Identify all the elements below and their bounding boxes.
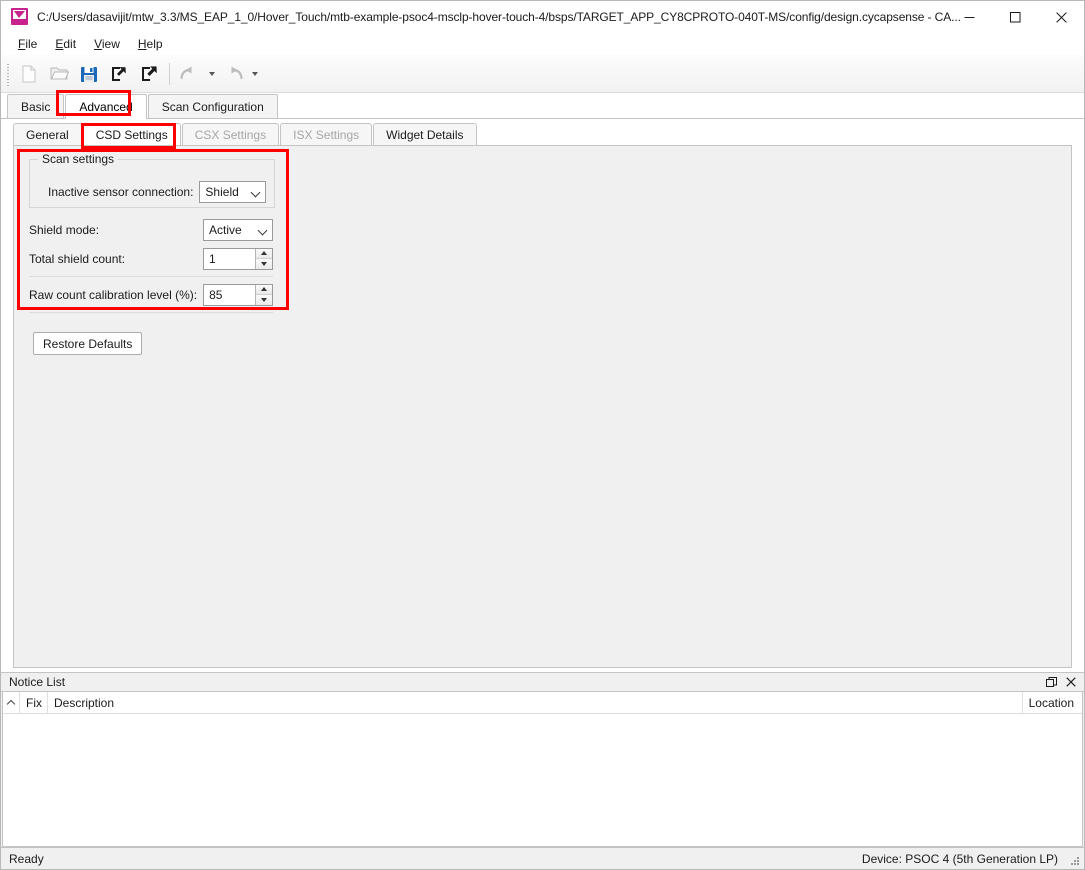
spin-up-icon[interactable]	[256, 284, 272, 295]
scan-settings-groupbox: Scan settings Inactive sensor connection…	[29, 152, 275, 208]
maximize-button[interactable]	[992, 1, 1038, 33]
tab-advanced[interactable]: Advanced	[65, 94, 147, 119]
undo-button[interactable]	[175, 59, 205, 89]
chevron-down-icon	[246, 182, 265, 202]
toolbar-grip[interactable]	[5, 61, 11, 86]
window-controls	[946, 1, 1084, 33]
save-button[interactable]	[74, 59, 104, 89]
total-shield-count-spin-buttons	[255, 248, 272, 269]
undo-dropdown-arrow[interactable]	[205, 59, 218, 89]
new-file-button[interactable]	[14, 59, 44, 89]
csd-settings-panel: Scan settings Inactive sensor connection…	[13, 145, 1072, 668]
tab-general[interactable]: General	[13, 123, 82, 145]
notice-list-rows	[3, 714, 1082, 846]
export-button[interactable]	[134, 59, 164, 89]
new-file-icon	[22, 65, 36, 82]
notice-list-close-button[interactable]	[1061, 674, 1080, 691]
total-shield-count-label: Total shield count:	[29, 251, 126, 266]
shield-mode-select[interactable]: Active	[203, 218, 273, 241]
shield-mode-label: Shield mode:	[29, 222, 100, 237]
menu-bar: File Edit View Help	[1, 33, 1084, 55]
undo-icon	[180, 66, 192, 79]
settings-divider-bottom	[29, 312, 273, 313]
toolbar	[1, 55, 1084, 93]
chevron-down-icon	[253, 220, 272, 240]
capsense-configurator-icon	[11, 8, 28, 25]
spin-down-icon[interactable]	[256, 258, 272, 269]
notice-list-column-location[interactable]: Location	[1021, 692, 1082, 714]
import-icon	[112, 66, 126, 81]
shield-mode-value: Active	[209, 222, 242, 237]
application-window: C:/Users/dasavijit/mtw_3.3/MS_EAP_1_0/Ho…	[0, 0, 1085, 870]
secondary-tab-bar: General CSD Settings CSX Settings ISX Se…	[13, 122, 1084, 145]
tab-basic[interactable]: Basic	[7, 94, 65, 118]
open-folder-icon	[50, 67, 69, 80]
raw-count-calibration-level-stepper[interactable]: 85	[203, 283, 273, 306]
export-icon	[142, 65, 157, 81]
notice-list-body: Fix Description Location	[2, 692, 1083, 847]
inactive-sensor-connection-label: Inactive sensor connection:	[48, 184, 194, 199]
float-window-button[interactable]	[1042, 674, 1061, 691]
raw-count-calibration-level-value[interactable]: 85	[204, 285, 255, 305]
float-window-icon	[1046, 676, 1057, 687]
redo-icon	[231, 66, 243, 79]
notice-list-column-description[interactable]: Description	[48, 692, 1022, 714]
minimize-button[interactable]	[946, 1, 992, 33]
primary-tab-bar: Basic Advanced Scan Configuration	[1, 93, 1084, 119]
toolbar-separator	[169, 62, 170, 85]
close-button[interactable]	[1038, 1, 1084, 33]
tab-isx-settings: ISX Settings	[280, 123, 373, 145]
menu-file[interactable]: File	[9, 34, 46, 54]
tab-csx-settings: CSX Settings	[181, 123, 280, 145]
save-icon	[81, 66, 97, 82]
window-title: C:/Users/dasavijit/mtw_3.3/MS_EAP_1_0/Ho…	[37, 9, 961, 24]
device-label: Device: PSOC 4 (5th Generation LP)	[861, 851, 1058, 866]
raw-count-calibration-level-label: Raw count calibration level (%):	[29, 287, 198, 302]
spin-up-icon[interactable]	[256, 248, 272, 259]
title-bar: C:/Users/dasavijit/mtw_3.3/MS_EAP_1_0/Ho…	[1, 1, 1084, 33]
tab-csd-settings[interactable]: CSD Settings	[82, 123, 181, 145]
notice-list-header: Notice List	[1, 672, 1084, 692]
raw-count-calibration-level-row: Raw count calibration level (%): 85	[19, 280, 281, 309]
resize-grip[interactable]	[1066, 852, 1080, 866]
secondary-tab-bar-wrapper: General CSD Settings CSX Settings ISX Se…	[1, 119, 1084, 145]
open-folder-button[interactable]	[44, 59, 74, 89]
redo-dropdown-arrow[interactable]	[248, 59, 261, 89]
raw-count-calibration-level-spin-buttons	[255, 284, 272, 305]
menu-edit[interactable]: Edit	[46, 34, 85, 54]
inactive-sensor-connection-row: Inactive sensor connection: Shield	[30, 177, 274, 206]
notice-list-column-fix[interactable]: Fix	[20, 692, 48, 714]
notice-list-sort-caret[interactable]	[3, 692, 20, 714]
total-shield-count-stepper[interactable]: 1	[203, 247, 273, 270]
notice-list-title: Notice List	[9, 675, 66, 689]
restore-defaults-button[interactable]: Restore Defaults	[33, 332, 143, 355]
inactive-sensor-connection-select[interactable]: Shield	[199, 180, 266, 203]
status-bar: Ready Device: PSOC 4 (5th Generation LP)	[1, 847, 1084, 869]
close-icon	[1065, 677, 1076, 687]
total-shield-count-row: Total shield count: 1	[19, 244, 281, 273]
shield-mode-row: Shield mode: Active	[19, 215, 281, 244]
tab-scan-configuration[interactable]: Scan Configuration	[147, 94, 278, 118]
redo-button[interactable]	[218, 59, 248, 89]
scan-settings-form: Scan settings Inactive sensor connection…	[19, 150, 281, 355]
notice-list-panel: Notice List Fix Description Location	[1, 672, 1084, 847]
menu-help[interactable]: Help	[129, 34, 172, 54]
scan-settings-group-title: Scan settings	[38, 152, 119, 166]
import-button[interactable]	[104, 59, 134, 89]
tab-widget-details[interactable]: Widget Details	[373, 123, 477, 145]
total-shield-count-value[interactable]: 1	[204, 249, 255, 269]
notice-list-column-headers: Fix Description Location	[3, 692, 1082, 714]
status-text: Ready	[9, 851, 44, 866]
menu-view[interactable]: View	[85, 34, 129, 54]
spin-down-icon[interactable]	[256, 294, 272, 305]
inactive-sensor-connection-value: Shield	[205, 184, 239, 199]
settings-divider	[29, 276, 273, 277]
